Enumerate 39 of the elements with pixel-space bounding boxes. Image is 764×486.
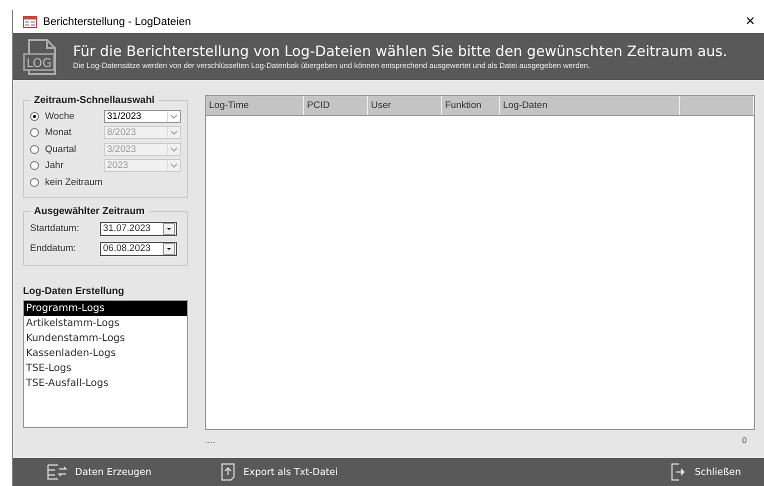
- list-item[interactable]: Kassenladen-Logs: [24, 346, 187, 360]
- column-header[interactable]: Funktion: [442, 96, 500, 115]
- field-label: Startdatum:: [30, 223, 80, 234]
- exit-door-icon: [670, 463, 687, 481]
- list-title: Log-Daten Erstellung: [23, 286, 126, 296]
- column-header[interactable]: Log-Daten: [500, 96, 680, 115]
- chevron-down-icon[interactable]: [167, 110, 180, 122]
- radio-label: Quartal: [45, 144, 78, 155]
- group-title: Ausgewählter Zeitraum: [33, 206, 146, 216]
- window-app-icon: [23, 16, 37, 28]
- close-button[interactable]: ×: [744, 12, 757, 30]
- list-item[interactable]: Programm-Logs: [24, 300, 187, 316]
- list-item[interactable]: Kundenstamm-Logs: [24, 330, 187, 346]
- radio-button[interactable]: [30, 178, 39, 187]
- list-item[interactable]: TSE-Ausfall-Logs: [24, 376, 187, 390]
- column-header[interactable]: Log-Time: [206, 96, 304, 115]
- date-field[interactable]: 06.08.2023: [100, 242, 177, 256]
- list-item[interactable]: Artikelstamm-Logs: [24, 316, 187, 330]
- window-title: Berichterstellung - LogDateien: [43, 16, 192, 28]
- radio-button[interactable]: [30, 112, 39, 121]
- radio-label: kein Zeitraum: [45, 176, 104, 188]
- list-item[interactable]: TSE-Logs: [24, 360, 187, 376]
- file-upload-icon: [221, 463, 236, 481]
- column-header[interactable]: User: [368, 96, 442, 115]
- period-dropdown[interactable]: 31/2023: [104, 110, 181, 123]
- group-title: Zeitraum-Schnellauswahl: [33, 95, 156, 106]
- column-header[interactable]: PCID: [304, 96, 368, 115]
- date-field[interactable]: 31.07.2023: [100, 222, 177, 236]
- header-title: Für die Berichterstellung von Log-Dateien wählen Sie bitte den gewünschten Zeitraum aus.: [73, 44, 728, 60]
- list-arrows-icon: [47, 463, 67, 481]
- radio-label: Jahr: [45, 160, 64, 172]
- radio-label: Woche: [45, 110, 76, 122]
- status-text: ....: [205, 436, 216, 445]
- record-count: 0: [742, 436, 747, 445]
- field-label: Enddatum:: [30, 243, 77, 254]
- radio-label: Monat: [45, 127, 72, 138]
- close-button[interactable]: Schließen: [670, 463, 741, 481]
- generate-button[interactable]: Daten Erzeugen: [47, 463, 152, 481]
- export-button[interactable]: Export als Txt-Datei: [221, 463, 338, 481]
